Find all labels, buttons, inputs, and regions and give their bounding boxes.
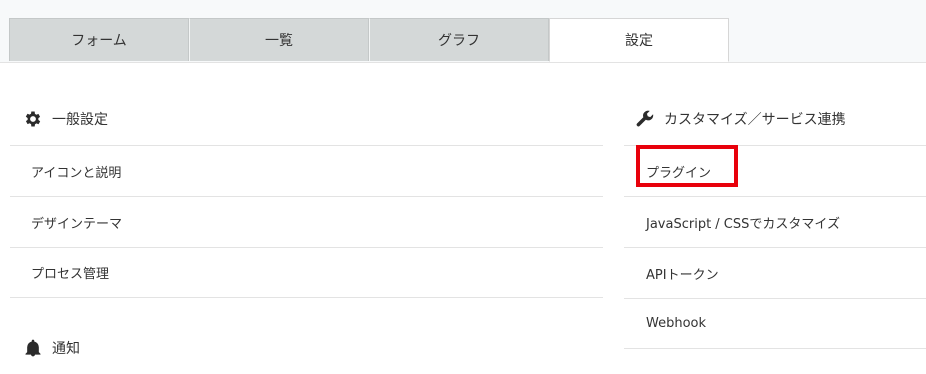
menu-item-api-token[interactable]: APIトークン [624, 247, 926, 298]
tab-settings[interactable]: 設定 [549, 18, 729, 62]
menu-item-label: プロセス管理 [31, 267, 110, 282]
menu-item-label: APIトークン [646, 267, 719, 283]
plugin-highlight-box [636, 145, 738, 187]
tabs: フォーム 一覧 グラフ 設定 [9, 18, 729, 62]
general-settings-title: 一般設定 [52, 112, 108, 128]
menu-item-js-css-customize[interactable]: JavaScript / CSSでカスタマイズ [624, 196, 926, 247]
notify-section: 通知 [10, 322, 310, 374]
bell-icon [22, 337, 44, 359]
menu-item-webhook[interactable]: Webhook [624, 298, 926, 349]
tab-graph[interactable]: グラフ [369, 18, 549, 61]
tab-list[interactable]: 一覧 [189, 18, 369, 61]
tab-form[interactable]: フォーム [9, 18, 189, 61]
notify-title: 通知 [52, 341, 80, 357]
customize-header: カスタマイズ／サービス連携 [624, 93, 926, 145]
menu-item-process-management[interactable]: プロセス管理 [10, 247, 603, 298]
general-settings-section: 一般設定 アイコンと説明 デザインテーマ プロセス管理 [10, 93, 603, 298]
menu-item-label: デザインテーマ [31, 216, 123, 232]
menu-item-design-theme[interactable]: デザインテーマ [10, 196, 603, 247]
wrench-icon [634, 108, 656, 130]
menu-item-label: アイコンと説明 [31, 165, 122, 181]
gear-icon [22, 108, 44, 130]
menu-item-icon-description[interactable]: アイコンと説明 [10, 145, 603, 196]
general-settings-header: 一般設定 [10, 93, 603, 145]
menu-item-label: Webhook [646, 316, 707, 331]
customize-section: カスタマイズ／サービス連携 プラグイン JavaScript / CSSでカスタ… [624, 93, 926, 349]
notify-header: 通知 [10, 322, 310, 374]
tab-bar: フォーム 一覧 グラフ 設定 [0, 0, 926, 63]
menu-item-label: JavaScript / CSSでカスタマイズ [646, 216, 841, 232]
customize-title: カスタマイズ／サービス連携 [664, 112, 846, 128]
